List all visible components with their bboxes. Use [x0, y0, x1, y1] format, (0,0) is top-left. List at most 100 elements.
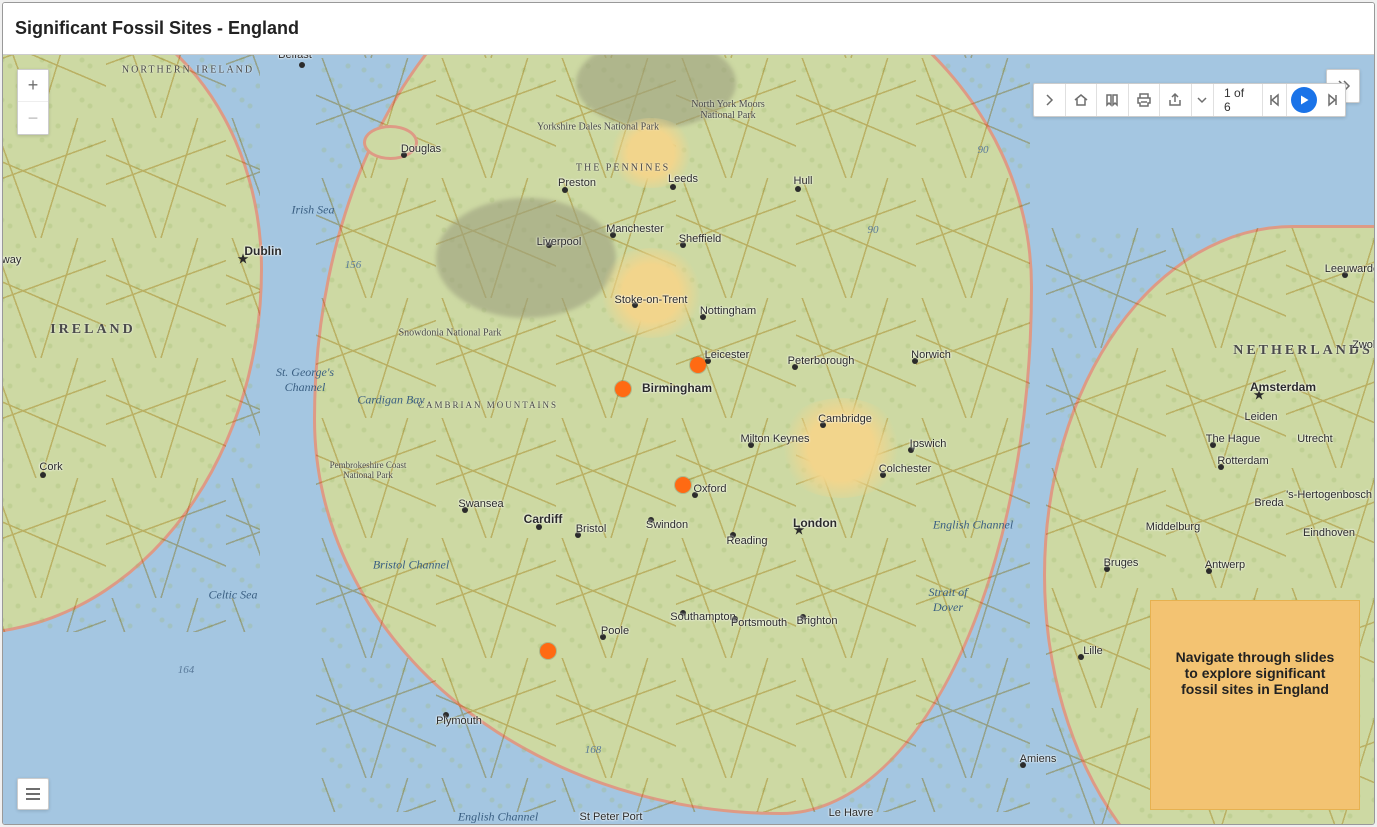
lbl-bruges: Bruges [1104, 557, 1139, 569]
toolbar-expand-button[interactable] [1034, 84, 1066, 116]
chevron-down-icon [1194, 92, 1210, 108]
lbl-london: London [793, 516, 837, 530]
lbl-oxford: Oxford [693, 483, 726, 495]
hamburger-icon [26, 788, 40, 800]
lbl-nottingham: Nottingham [700, 305, 756, 317]
lbl-cork: Cork [39, 461, 62, 473]
lbl-milton: Milton Keynes [740, 433, 809, 445]
lbl-lehavre: Le Havre [829, 807, 874, 819]
zoom-control: + − [17, 69, 49, 135]
fossil-marker-birmingham[interactable] [615, 381, 631, 397]
label-nymoors: North York Moors National Park [688, 99, 768, 121]
label-irish-sea: Irish Sea [292, 203, 335, 218]
lbl-cambridge: Cambridge [818, 413, 872, 425]
lbl-utrecht: Utrecht [1297, 433, 1332, 445]
fossil-marker-jurassic-coast[interactable] [540, 643, 556, 659]
last-slide-button[interactable] [1321, 84, 1345, 116]
lbl-bristol: Bristol [576, 523, 607, 535]
lbl-galway: Galway [3, 254, 21, 266]
app-frame: Significant Fossil Sites - England IRELA… [2, 2, 1375, 825]
share-icon [1167, 92, 1183, 108]
home-button[interactable] [1066, 84, 1098, 116]
lbl-colchester: Colchester [879, 463, 932, 475]
fossil-marker-oxford[interactable] [675, 477, 691, 493]
lbl-southampton: Southampton [670, 611, 735, 623]
zoom-out-button[interactable]: − [18, 102, 48, 134]
toolbar-container: 1 of 6 [1326, 69, 1360, 103]
lbl-zwolle: Zwolle [1352, 339, 1374, 351]
lbl-shertogen: 's-Hertogenbosch [1286, 489, 1372, 501]
lbl-leicester: Leicester [705, 349, 750, 361]
label-pembroke: Pembrokeshire Coast National Park [328, 460, 408, 480]
lbl-antwerp: Antwerp [1205, 559, 1245, 571]
info-note-text: Navigate through slides to explore signi… [1169, 649, 1341, 697]
lbl-eindhoven: Eindhoven [1303, 527, 1355, 539]
lbl-leeuwarden: Leeuwarden [1325, 263, 1374, 275]
share-button[interactable] [1160, 84, 1192, 116]
bookmarks-icon [1104, 92, 1120, 108]
lbl-brighton: Brighton [797, 615, 838, 627]
label-pennines: THE PENNINES [576, 163, 670, 174]
print-icon [1136, 92, 1152, 108]
lbl-amiens: Amiens [1020, 753, 1057, 765]
depth-90b: 90 [868, 224, 879, 236]
legend-button[interactable] [17, 778, 49, 810]
fossil-marker-leicester[interactable] [690, 357, 706, 373]
lbl-rotterdam: Rotterdam [1217, 455, 1268, 467]
land-ireland [3, 55, 263, 635]
skip-back-icon [1266, 92, 1282, 108]
lbl-birmingham: Birmingham [642, 381, 712, 395]
bookmarks-button[interactable] [1097, 84, 1129, 116]
lbl-breda: Breda [1254, 497, 1283, 509]
label-yorkshire: Yorkshire Dales National Park [537, 122, 659, 133]
lbl-sheffield: Sheffield [679, 233, 722, 245]
label-n-ireland: NORTHERN IRELAND [122, 65, 254, 76]
lbl-belfast: Belfast [278, 55, 312, 61]
depth-164: 164 [178, 664, 195, 676]
lbl-portsmouth: Portsmouth [731, 617, 787, 629]
play-icon [1298, 94, 1310, 106]
land-britain [313, 55, 1033, 815]
print-button[interactable] [1129, 84, 1161, 116]
lbl-hull: Hull [794, 175, 813, 187]
lbl-cardiff: Cardiff [524, 512, 563, 526]
lbl-dublin: Dublin [244, 244, 281, 258]
home-icon [1073, 92, 1089, 108]
lbl-swindon: Swindon [646, 519, 688, 531]
play-button[interactable] [1291, 87, 1317, 113]
slide-toolbar: 1 of 6 [1033, 83, 1346, 117]
lbl-lille: Lille [1083, 645, 1103, 657]
lbl-plymouth: Plymouth [436, 715, 482, 727]
skip-forward-icon [1325, 92, 1341, 108]
dot-belfast [299, 62, 305, 68]
play-button-wrap [1287, 84, 1321, 116]
lbl-amsterdam: Amsterdam [1250, 380, 1316, 394]
lbl-liverpool: Liverpool [537, 236, 582, 248]
zoom-in-button[interactable]: + [18, 70, 48, 102]
label-st-george: St. George's Channel [270, 365, 340, 395]
first-slide-button[interactable] [1263, 84, 1287, 116]
map-viewport[interactable]: IRELAND NORTHERN IRELAND NETHERLANDS THE… [3, 55, 1374, 824]
label-english-channel2: English Channel [933, 518, 1013, 533]
depth-90a: 90 [978, 144, 989, 156]
lbl-peterborough: Peterborough [788, 355, 855, 367]
lbl-stoke: Stoke-on-Trent [615, 294, 688, 306]
label-bristol-ch: Bristol Channel [373, 558, 449, 573]
lbl-leeds: Leeds [668, 173, 698, 185]
lbl-stpeter: St Peter Port [580, 811, 643, 823]
lbl-douglas: Douglas [401, 143, 441, 155]
lbl-hague: The Hague [1206, 433, 1260, 445]
lbl-manchester: Manchester [606, 223, 663, 235]
chevron-right-icon [1041, 92, 1057, 108]
lbl-leiden: Leiden [1244, 411, 1277, 423]
label-cardigan: Cardigan Bay [357, 393, 424, 408]
info-note: Navigate through slides to explore signi… [1150, 600, 1360, 810]
lbl-norwich: Norwich [911, 349, 951, 361]
lbl-swansea: Swansea [458, 498, 503, 510]
more-button[interactable] [1192, 84, 1214, 116]
label-dover: Strait of Dover [923, 585, 973, 615]
lbl-reading: Reading [727, 535, 768, 547]
label-celtic-sea: Celtic Sea [209, 588, 258, 603]
lbl-ipswich: Ipswich [910, 438, 947, 450]
label-snowdonia: Snowdonia National Park [399, 328, 502, 339]
